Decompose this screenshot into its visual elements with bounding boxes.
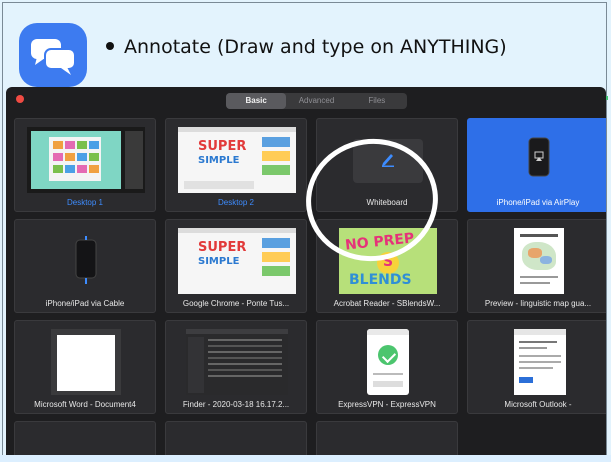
tab-files[interactable]: Files — [347, 93, 407, 109]
tile-label: Desktop 2 — [217, 198, 255, 207]
tile-label: Preview - linguistic map gua... — [484, 299, 592, 308]
bullet-text: Annotate (Draw and type on ANYTHING) — [106, 36, 507, 58]
tile-label: iPhone/iPad via AirPlay — [496, 198, 580, 207]
tile-label: Microsoft Word - Document4 — [34, 400, 136, 409]
tile-row4-3[interactable] — [316, 421, 458, 455]
tile-desktop-2[interactable]: SUPER SIMPLE Desktop 2 — [165, 118, 307, 212]
tab-advanced[interactable]: Advanced — [286, 93, 346, 109]
chrome-thumbnail: SUPER SIMPLE — [178, 228, 296, 294]
tile-label: Acrobat Reader - SBlendsW... — [333, 299, 441, 308]
share-tabs: Basic Advanced Files — [226, 93, 407, 109]
tile-label: iPhone/iPad via Cable — [45, 299, 125, 308]
tab-basic[interactable]: Basic — [226, 93, 287, 109]
close-window-icon[interactable] — [16, 95, 24, 103]
desktop-2-thumbnail: SUPER SIMPLE — [178, 127, 296, 193]
preview-thumbnail — [514, 228, 564, 294]
tile-label: Google Chrome - Ponte Tus... — [182, 299, 290, 308]
tile-label: Finder - 2020-03-18 16.17.2... — [182, 400, 290, 409]
share-screen-window: Basic Advanced Files Desktop 1 SUPER SIM… — [6, 87, 606, 455]
slide-footer — [0, 455, 611, 462]
tile-row4-1[interactable] — [14, 421, 156, 455]
tile-label: ExpressVPN - ExpressVPN — [338, 400, 436, 409]
word-thumbnail — [51, 329, 121, 395]
tile-finder[interactable]: Finder - 2020-03-18 16.17.2... — [165, 320, 307, 414]
tile-label: Microsoft Outlook - — [504, 400, 572, 409]
expressvpn-thumbnail — [367, 329, 409, 395]
tile-microsoft-word[interactable]: Microsoft Word - Document4 — [14, 320, 156, 414]
tile-iphone-cable[interactable]: iPhone/iPad via Cable — [14, 219, 156, 313]
tile-preview[interactable]: Preview - linguistic map gua... — [467, 219, 606, 313]
bullet-dot-icon — [106, 41, 114, 50]
tile-expressvpn[interactable]: ExpressVPN - ExpressVPN — [316, 320, 458, 414]
desktop-1-thumbnail — [27, 127, 145, 193]
tile-microsoft-outlook[interactable]: Microsoft Outlook - — [467, 320, 606, 414]
finder-thumbnail — [186, 329, 288, 395]
tile-row4-2[interactable] — [165, 421, 307, 455]
cable-phone-icon — [75, 236, 97, 284]
tile-iphone-airplay[interactable]: iPhone/iPad via AirPlay — [467, 118, 606, 212]
tile-label: Desktop 1 — [66, 198, 104, 207]
chat-bubbles-icon — [19, 23, 87, 87]
bullet-label: Annotate (Draw and type on ANYTHING) — [124, 36, 507, 58]
airplay-phone-icon — [528, 137, 550, 177]
tile-google-chrome[interactable]: SUPER SIMPLE Google Chrome - Ponte Tus..… — [165, 219, 307, 313]
tile-desktop-1[interactable]: Desktop 1 — [14, 118, 156, 212]
outlook-thumbnail — [514, 329, 566, 395]
